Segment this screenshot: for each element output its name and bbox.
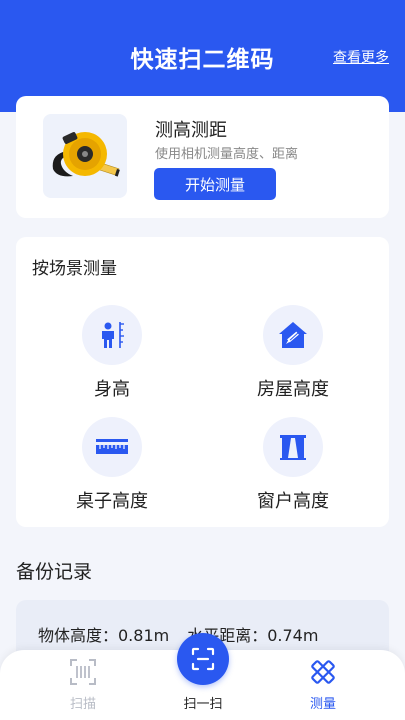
view-more-link[interactable]: 查看更多 bbox=[333, 47, 389, 67]
scene-item-label: 身高 bbox=[94, 379, 130, 400]
barcode-scan-icon bbox=[70, 659, 96, 685]
scene-item-person-height[interactable]: 身高 bbox=[37, 305, 187, 415]
scene-section-title: 按场景测量 bbox=[32, 259, 117, 279]
scan-fab-button[interactable] bbox=[177, 633, 229, 685]
scene-item-table-height[interactable]: 桌子高度 bbox=[37, 417, 187, 527]
scene-item-house-height[interactable]: 房屋高度 bbox=[218, 305, 368, 415]
tab-measure[interactable]: 测量 bbox=[273, 650, 373, 720]
measure-card-title: 测高测距 bbox=[155, 120, 227, 141]
scene-measure-card: 按场景测量 身高 房屋高度 桌子高度 窗户高度 bbox=[16, 237, 389, 527]
tab-scan-label: 扫描 bbox=[69, 697, 96, 712]
scan-frame-icon bbox=[191, 647, 215, 671]
person-height-icon bbox=[82, 305, 142, 365]
record-values: 物体高度：0.81m 水平距离：0.74m bbox=[38, 622, 318, 646]
backup-section-title: 备份记录 bbox=[16, 561, 93, 583]
measure-card-subtitle: 使用相机测量高度、距离 bbox=[155, 147, 299, 162]
scene-item-label: 房屋高度 bbox=[257, 379, 329, 400]
window-height-icon bbox=[263, 417, 323, 477]
scene-item-label: 窗户高度 bbox=[257, 491, 329, 512]
tape-measure-image bbox=[43, 114, 127, 198]
house-height-icon bbox=[263, 305, 323, 365]
tab-measure-label: 测量 bbox=[309, 697, 336, 712]
tab-scan[interactable]: 扫描 bbox=[33, 650, 133, 720]
scene-item-window-height[interactable]: 窗户高度 bbox=[218, 417, 368, 527]
table-height-icon bbox=[82, 417, 142, 477]
measure-card: 测高测距 使用相机测量高度、距离 开始测量 bbox=[16, 96, 389, 218]
scene-item-label: 桌子高度 bbox=[76, 491, 148, 512]
start-measure-button[interactable]: 开始测量 bbox=[154, 168, 276, 200]
tab-scan-qr-label: 扫一扫 bbox=[183, 697, 223, 712]
ruler-measure-icon bbox=[311, 660, 335, 684]
object-height-value: 物体高度：0.81m bbox=[38, 626, 170, 645]
